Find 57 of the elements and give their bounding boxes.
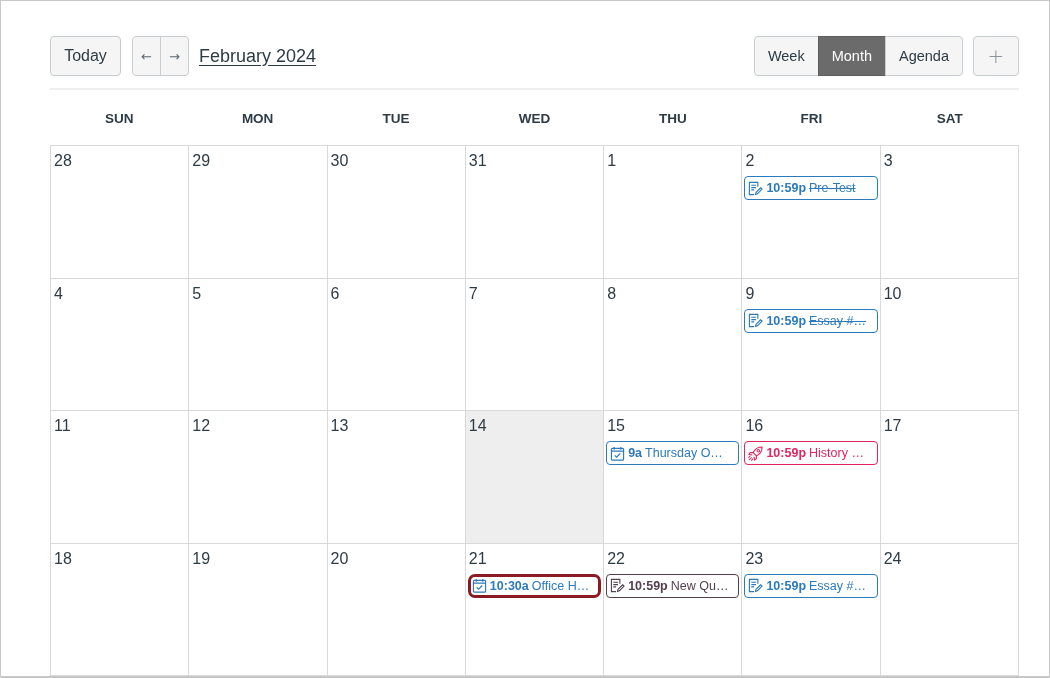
day-number: 15 <box>607 417 625 435</box>
day-number: 12 <box>192 417 211 435</box>
day-number: 7 <box>468 284 478 303</box>
day-number: 3 <box>883 152 893 170</box>
day-number: 4 <box>54 284 63 303</box>
calendar-event[interactable]: 9a Thursday O… <box>606 441 740 465</box>
view-tab[interactable]: Agenda <box>885 36 963 76</box>
day-number: 23 <box>745 549 764 568</box>
day-number: 24 <box>883 549 902 568</box>
document-pencil-icon <box>748 578 764 593</box>
day-number: 28 <box>54 152 72 170</box>
day-number: 30 <box>330 152 349 170</box>
day-number: 2 <box>745 152 755 170</box>
day-number: 21 <box>468 549 487 568</box>
weekday-label: TUE <box>382 110 410 126</box>
document-pencil-icon <box>748 313 764 328</box>
calendar-event[interactable]: 10:59p Pre-Test <box>744 176 878 200</box>
day-number: 19 <box>192 549 211 568</box>
day-number: 20 <box>330 549 349 568</box>
day-number: 18 <box>54 549 72 568</box>
previous-button[interactable]: ← <box>132 36 161 76</box>
calendar-event[interactable]: 10:59p Essay #… <box>744 308 878 333</box>
rocket-icon <box>748 445 764 461</box>
document-pencil-icon <box>610 578 626 593</box>
day-number: 5 <box>192 284 202 303</box>
weekday-label: SAT <box>936 110 963 126</box>
day-number: 6 <box>330 284 340 303</box>
weekday-label: WED <box>518 110 551 126</box>
day-number: 11 <box>54 417 71 435</box>
day-number: 9 <box>745 284 755 303</box>
weekday-label: THU <box>659 110 687 126</box>
calendar-event[interactable]: 10:59p Essay #… <box>744 573 878 598</box>
month-title-link[interactable]: February 2024 <box>199 45 317 67</box>
today-button[interactable]: Today <box>50 36 121 76</box>
day-number: 14 <box>468 417 487 435</box>
calendar-event[interactable]: 10:59p New Qu… <box>606 573 740 598</box>
weekday-label: MON <box>241 110 274 126</box>
next-button[interactable]: → <box>160 36 189 76</box>
calendar-check-icon <box>471 578 487 593</box>
add-button[interactable]: + <box>973 36 1019 76</box>
calendar-event[interactable]: 10:59p History … <box>744 441 878 465</box>
day-number: 16 <box>745 417 764 435</box>
day-number: 17 <box>883 417 902 435</box>
day-number: 31 <box>468 152 487 170</box>
day-number: 13 <box>330 417 349 435</box>
document-pencil-icon <box>748 180 764 196</box>
weekday-label: SUN <box>104 110 134 126</box>
view-tab[interactable]: Month <box>817 36 886 76</box>
day-number: 10 <box>883 284 902 303</box>
day-number: 22 <box>607 549 625 568</box>
calendar-event[interactable]: 10:30a Office H… <box>467 573 602 598</box>
weekday-label: FRI <box>800 110 823 126</box>
day-number: 8 <box>607 284 617 303</box>
calendar-check-icon <box>610 445 626 461</box>
day-number: 29 <box>192 152 211 170</box>
day-number: 1 <box>607 152 617 170</box>
view-tab[interactable]: Week <box>753 36 819 76</box>
